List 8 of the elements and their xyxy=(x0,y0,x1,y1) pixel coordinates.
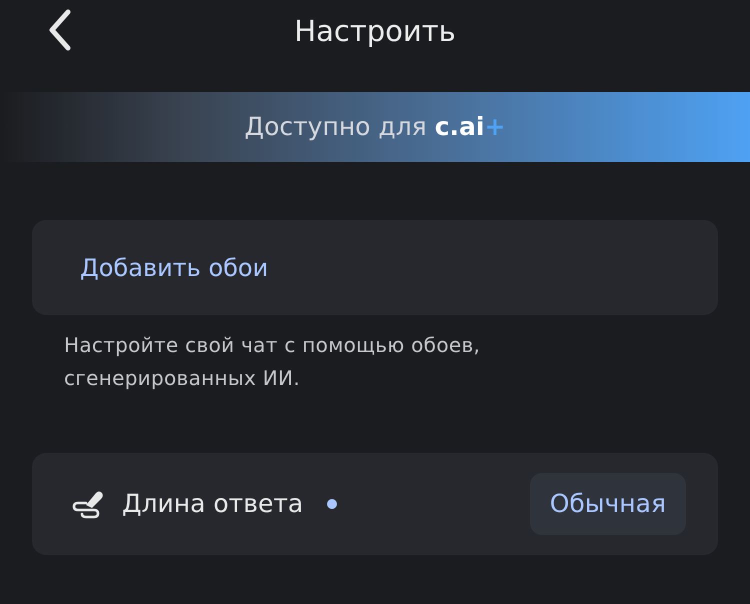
add-wallpaper-button[interactable]: Добавить обои xyxy=(32,220,718,315)
brand-logo: c.ai xyxy=(434,111,484,144)
banner-text: Доступно для xyxy=(244,111,427,144)
wallpaper-caption: Настройте свой чат с помощью обоев, сгенерированных ИИ. xyxy=(64,332,482,392)
response-length-dropdown[interactable]: Обычная xyxy=(530,473,686,535)
setting-label: Длина ответа xyxy=(122,488,304,520)
plus-mark: + xyxy=(484,111,506,144)
page-title: Настроить xyxy=(294,13,456,50)
